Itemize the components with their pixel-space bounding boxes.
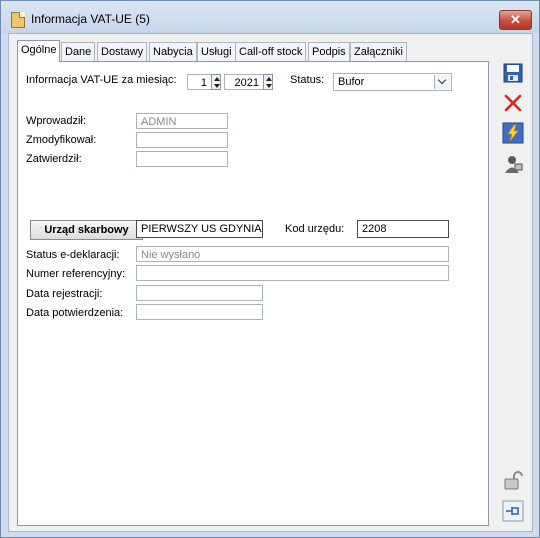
tab-ogolne[interactable]: Ogólne: [17, 40, 61, 62]
status-edeklaracji-label: Status e-deklaracji:: [26, 249, 120, 261]
period-label: Informacja VAT-UE za miesiąc:: [26, 74, 177, 86]
status-label: Status:: [290, 74, 325, 86]
general-panel: Informacja VAT-UE za miesiąc: 1 2021 Sta…: [17, 61, 489, 526]
lock-button[interactable]: [502, 470, 524, 492]
tab-call-off-stock[interactable]: Call-off stock: [235, 42, 307, 61]
generate-lightning-icon: [502, 122, 524, 144]
status-value: Bufor: [338, 76, 365, 88]
numer-ref-label: Numer referencyjny:: [26, 268, 126, 280]
close-button[interactable]: ✕: [499, 10, 532, 30]
year-spinner[interactable]: [263, 74, 273, 90]
delete-icon: [504, 94, 522, 112]
month-spinner[interactable]: [211, 74, 221, 90]
zatwierdzil-label: Zatwierdził:: [26, 153, 82, 165]
save-icon: [503, 63, 523, 83]
tab-podpis[interactable]: Podpis: [308, 42, 350, 61]
kod-urzedu-field[interactable]: 2208: [357, 220, 449, 238]
data-potwierdzenia-field: [136, 304, 263, 320]
pin-button[interactable]: [502, 500, 524, 522]
wprowadzil-field: ADMIN: [136, 113, 228, 129]
tab-zalaczniki[interactable]: Załączniki: [350, 42, 407, 61]
urzad-skarbowy-button[interactable]: Urząd skarbowy: [30, 220, 143, 240]
numer-ref-field: [136, 265, 449, 281]
pin-icon: [502, 500, 524, 522]
user-operator-icon: [505, 156, 523, 173]
tab-dostawy[interactable]: Dostawy: [97, 42, 148, 61]
data-potwierdzenia-label: Data potwierdzenia:: [26, 307, 124, 319]
urzad-field[interactable]: PIERWSZY US GDYNIA: [136, 220, 263, 238]
tab-dane[interactable]: Dane: [61, 42, 96, 61]
kod-urzedu-label: Kod urzędu:: [285, 223, 345, 235]
window: Informacja VAT-UE (5) ✕ Ogólne Dane Dost…: [0, 0, 540, 538]
operator-button[interactable]: [502, 153, 524, 175]
delete-button[interactable]: [502, 92, 524, 114]
lock-icon: [504, 471, 523, 490]
tab-uslugi[interactable]: Usługi: [197, 42, 236, 61]
data-rejestracji-label: Data rejestracji:: [26, 288, 103, 300]
title-bar: Informacja VAT-UE (5) ✕: [1, 1, 539, 33]
generate-button[interactable]: [502, 122, 524, 144]
zmodyfikowal-field: [136, 132, 228, 148]
year-input[interactable]: 2021: [224, 74, 264, 90]
status-select[interactable]: Bufor: [333, 73, 452, 91]
chevron-down-icon[interactable]: [434, 75, 450, 89]
tab-nabycia[interactable]: Nabycia: [149, 42, 197, 61]
window-title: Informacja VAT-UE (5): [31, 12, 150, 26]
zatwierdzil-field: [136, 151, 228, 167]
status-edeklaracji-field: Nie wysłano: [136, 246, 449, 262]
data-rejestracji-field: [136, 285, 263, 301]
zmodyfikowal-label: Zmodyfikował:: [26, 134, 97, 146]
save-button[interactable]: [502, 62, 524, 84]
document-icon: [11, 12, 25, 28]
wprowadzil-label: Wprowadził:: [26, 115, 86, 127]
month-input[interactable]: 1: [187, 74, 212, 90]
client-area: Ogólne Dane Dostawy Nabycia Usługi Call-…: [8, 33, 533, 532]
